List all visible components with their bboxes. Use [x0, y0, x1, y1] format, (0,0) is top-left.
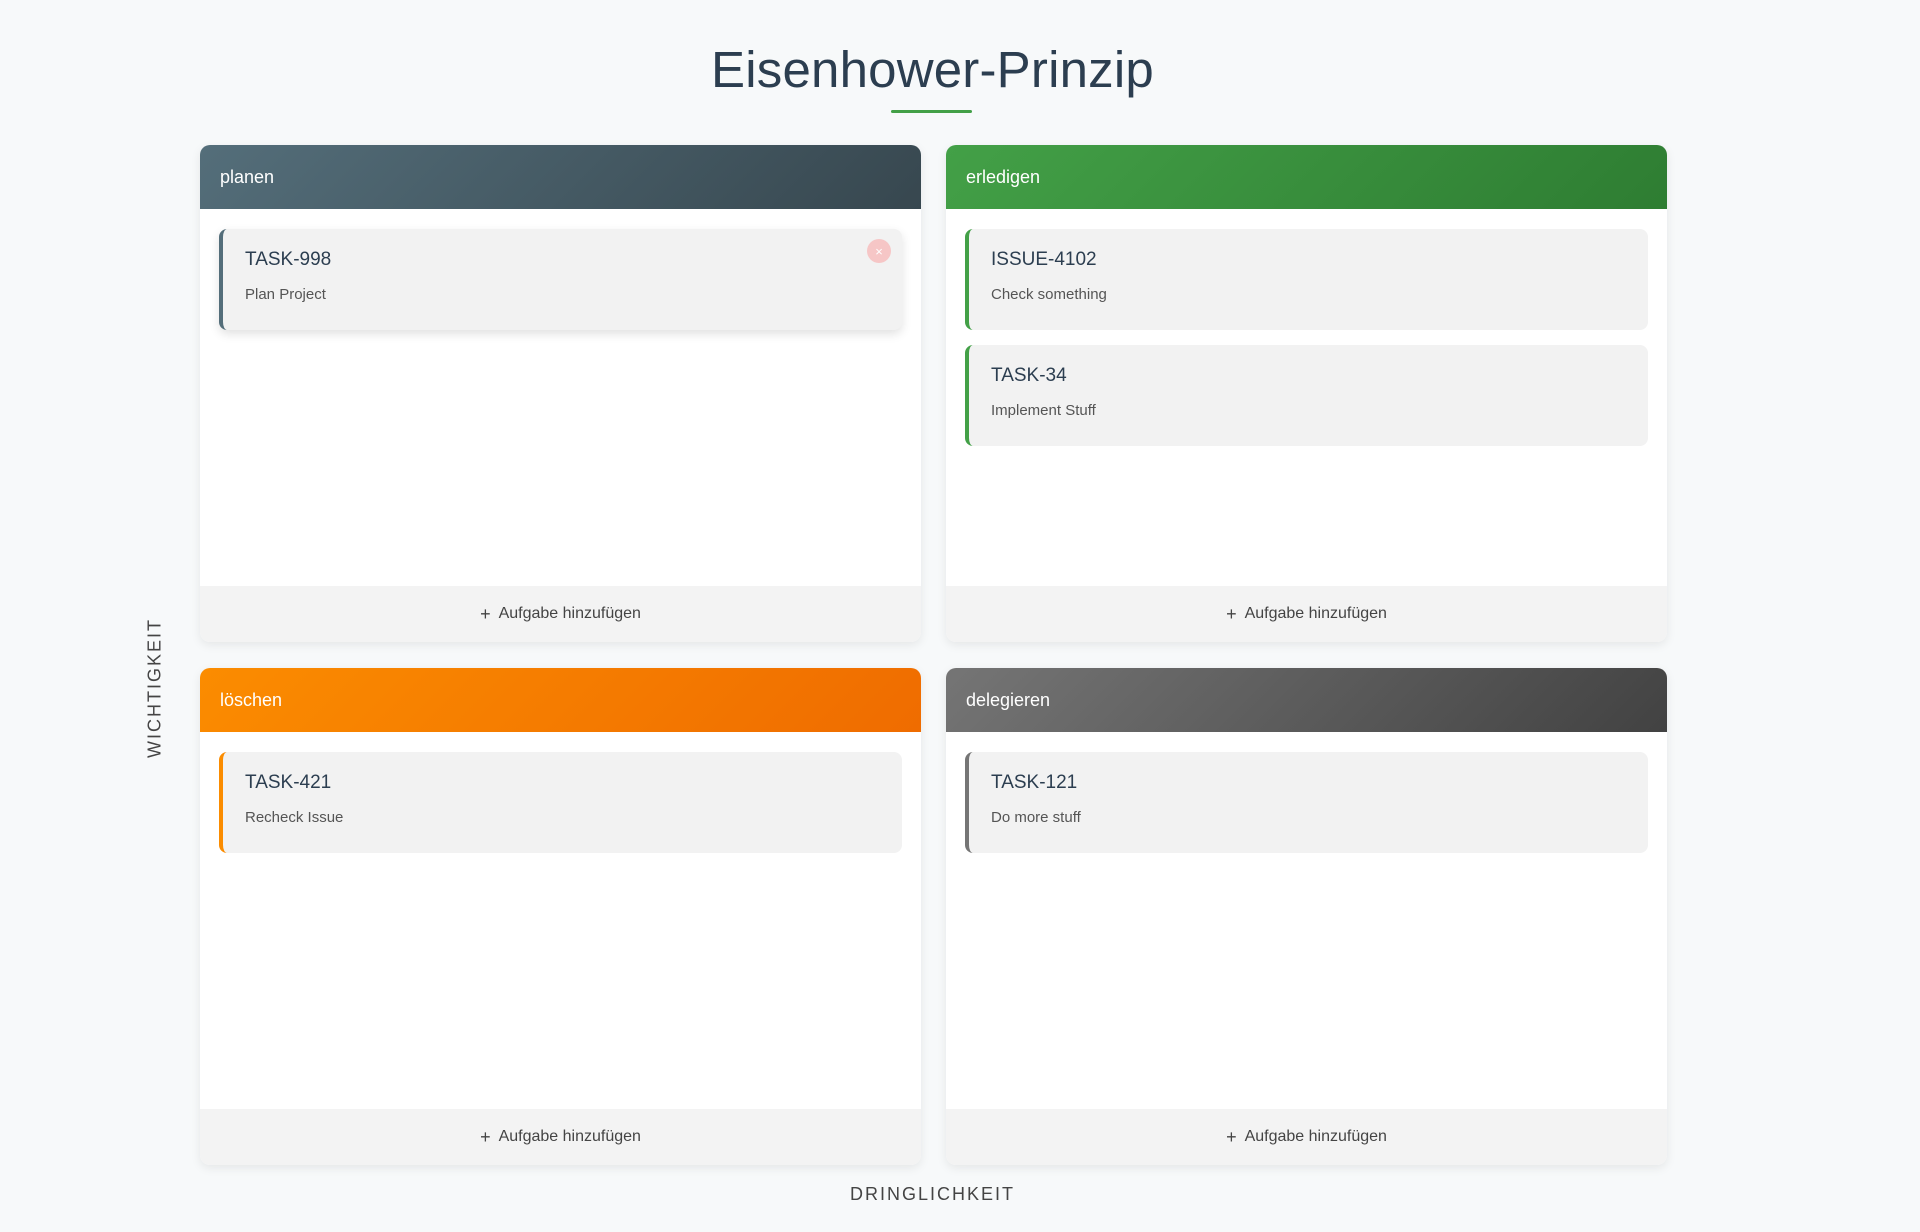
task-card[interactable]: ISSUE-4102 Check something	[965, 229, 1648, 330]
task-card[interactable]: TASK-421 Recheck Issue	[219, 752, 902, 853]
eisenhower-board: Eisenhower-Prinzip WICHTIGKEIT DRINGLICH…	[0, 0, 1920, 1232]
quadrant-header: planen	[200, 145, 921, 209]
add-task-label: Aufgabe hinzufügen	[498, 1128, 641, 1145]
add-task-button[interactable]: + Aufgabe hinzufügen	[200, 586, 921, 642]
close-icon: ×	[875, 243, 883, 259]
task-list: ISSUE-4102 Check something TASK-34 Imple…	[946, 209, 1667, 586]
quadrant-header: delegieren	[946, 668, 1667, 732]
page-title: Eisenhower-Prinzip	[711, 41, 1154, 98]
quadrant-planen: planen TASK-998 Plan Project × + Aufgabe…	[200, 145, 921, 642]
add-task-button[interactable]: + Aufgabe hinzufügen	[200, 1109, 921, 1165]
task-title: Do more stuff	[991, 809, 1081, 826]
delete-task-button[interactable]: ×	[867, 239, 891, 263]
task-title: Check something	[991, 286, 1107, 303]
plus-icon: +	[480, 603, 491, 624]
task-id: TASK-34	[991, 365, 1067, 386]
task-list: TASK-998 Plan Project ×	[200, 209, 921, 586]
task-card[interactable]: TASK-34 Implement Stuff	[965, 345, 1648, 446]
title-underline	[891, 110, 972, 113]
axis-label-wichtigkeit: WICHTIGKEIT	[144, 618, 165, 758]
task-id: ISSUE-4102	[991, 249, 1097, 270]
task-title: Recheck Issue	[245, 809, 344, 826]
quadrant-delegieren: delegieren TASK-121 Do more stuff + Aufg…	[946, 668, 1667, 1165]
task-list: TASK-121 Do more stuff	[946, 732, 1667, 1109]
add-task-button[interactable]: + Aufgabe hinzufügen	[946, 1109, 1667, 1165]
axis-label-dringlichkeit: DRINGLICHKEIT	[849, 1184, 1016, 1204]
add-task-label: Aufgabe hinzufügen	[1244, 605, 1387, 622]
task-card[interactable]: TASK-121 Do more stuff	[965, 752, 1648, 853]
plus-icon: +	[480, 1126, 491, 1147]
add-task-label: Aufgabe hinzufügen	[498, 605, 641, 622]
quadrant-erledigen: erledigen ISSUE-4102 Check something TAS…	[946, 145, 1667, 642]
add-task-label: Aufgabe hinzufügen	[1244, 1128, 1387, 1145]
task-card[interactable]: TASK-998 Plan Project ×	[219, 229, 902, 330]
task-id: TASK-121	[991, 772, 1078, 793]
task-list: TASK-421 Recheck Issue	[200, 732, 921, 1109]
quadrant-header: löschen	[200, 668, 921, 732]
task-id: TASK-421	[245, 772, 332, 793]
add-task-button[interactable]: + Aufgabe hinzufügen	[946, 586, 1667, 642]
quadrant-loeschen: löschen TASK-421 Recheck Issue + Aufgabe…	[200, 668, 921, 1165]
quadrant-header: erledigen	[946, 145, 1667, 209]
plus-icon: +	[1226, 603, 1237, 624]
plus-icon: +	[1226, 1126, 1237, 1147]
task-title: Plan Project	[245, 286, 326, 303]
task-title: Implement Stuff	[991, 402, 1096, 419]
task-id: TASK-998	[245, 249, 332, 270]
